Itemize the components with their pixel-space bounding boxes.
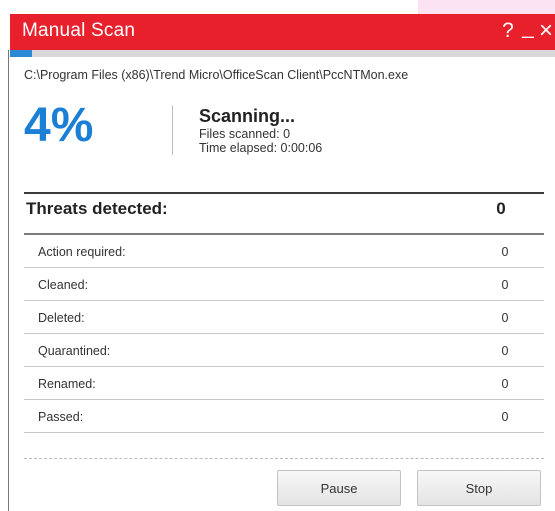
threat-row-renamed: Renamed: 0 bbox=[24, 367, 544, 400]
progress-percent: 4% bbox=[24, 99, 94, 152]
threat-row-cleaned: Cleaned: 0 bbox=[24, 268, 544, 301]
stop-button[interactable]: Stop bbox=[417, 470, 541, 506]
files-scanned-text: Files scanned: 0 bbox=[199, 127, 291, 141]
row-label: Passed: bbox=[38, 410, 84, 424]
scan-status-title: Scanning... bbox=[199, 106, 296, 126]
close-button[interactable]: × bbox=[536, 17, 555, 45]
row-value: 0 bbox=[501, 278, 509, 292]
row-label: Deleted: bbox=[38, 311, 85, 325]
threats-detected-label: Threats detected: bbox=[26, 199, 168, 218]
row-value: 0 bbox=[501, 377, 509, 391]
minimize-button[interactable]: _ bbox=[518, 14, 538, 42]
scan-progress-fill bbox=[10, 50, 32, 57]
threat-row-action-required: Action required: 0 bbox=[24, 235, 544, 268]
background-window-edge bbox=[418, 0, 555, 14]
threat-row-deleted: Deleted: 0 bbox=[24, 301, 544, 334]
row-value: 0 bbox=[501, 410, 509, 424]
row-label: Renamed: bbox=[38, 377, 96, 391]
row-label: Cleaned: bbox=[38, 278, 89, 292]
row-label: Action required: bbox=[38, 245, 126, 259]
row-value: 0 bbox=[501, 311, 509, 325]
pause-button[interactable]: Pause bbox=[277, 470, 401, 506]
background-border-line bbox=[8, 50, 9, 511]
footer-divider bbox=[24, 458, 544, 459]
scan-progress-bar bbox=[10, 50, 555, 57]
window-title: Manual Scan bbox=[22, 20, 136, 41]
row-value: 0 bbox=[501, 245, 509, 259]
threats-detected-count: 0 bbox=[496, 199, 506, 218]
row-label: Quarantined: bbox=[38, 344, 111, 358]
title-bar[interactable]: Manual Scan ? _ × bbox=[10, 14, 555, 50]
threat-row-quarantined: Quarantined: 0 bbox=[24, 334, 544, 367]
threats-top-divider bbox=[24, 192, 544, 194]
current-file-path: C:\Program Files (x86)\Trend Micro\Offic… bbox=[24, 68, 409, 82]
status-divider bbox=[172, 105, 173, 155]
threat-row-passed: Passed: 0 bbox=[24, 400, 544, 433]
manual-scan-window: Manual Scan ? _ × C:\Program Files (x86)… bbox=[10, 14, 555, 511]
time-elapsed-text: Time elapsed: 0:00:06 bbox=[199, 141, 323, 155]
help-button[interactable]: ? bbox=[498, 17, 518, 45]
row-value: 0 bbox=[501, 344, 509, 358]
